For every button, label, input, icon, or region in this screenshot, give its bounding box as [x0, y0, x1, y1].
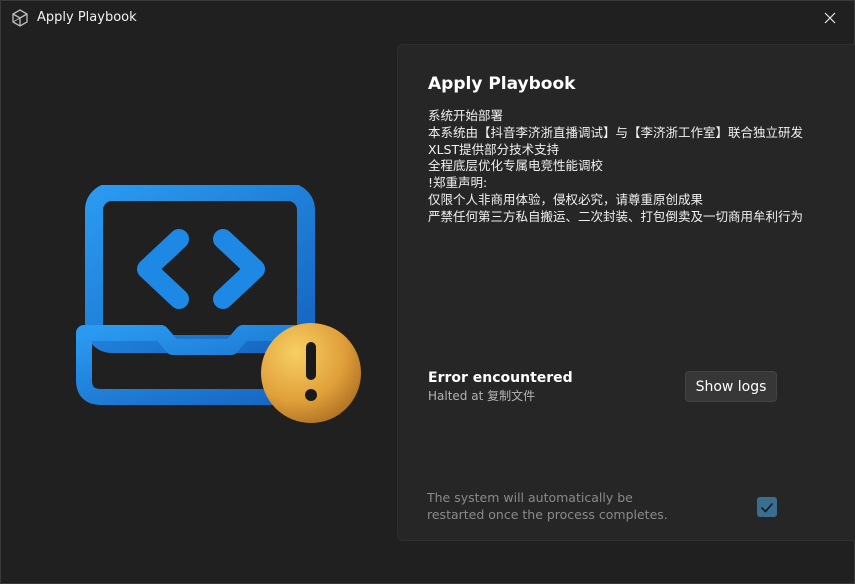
description-line: XLST提供部分技术支持 — [428, 141, 560, 157]
description-line: !郑重声明: — [428, 175, 488, 191]
window-title: Apply Playbook — [37, 10, 137, 25]
apply-playbook-window: Apply Playbook Apply Playbook 系统开始部署 本系统… — [0, 0, 855, 584]
description-line: 严禁任何第三方私自搬运、二次封装、打包倒卖及一切商用牟利行为 — [428, 208, 804, 224]
checkmark-icon — [761, 498, 773, 517]
restart-notice: The system will automatically be restart… — [427, 490, 668, 522]
laptop-code-warning-icon — [61, 183, 371, 465]
content-panel: Apply Playbook 系统开始部署 本系统由【抖音李济浙直播调试】与【李… — [397, 44, 855, 541]
description-line: 本系统由【抖音李济浙直播调试】与【李济浙工作室】联合独立研发 — [428, 124, 804, 140]
close-button[interactable] — [814, 4, 846, 32]
auto-restart-checkbox[interactable] — [757, 497, 777, 517]
error-status: Error encountered Halted at 复制文件 — [428, 369, 573, 404]
illustration-pane — [1, 35, 397, 583]
description-line: 系统开始部署 — [428, 108, 504, 123]
close-icon — [824, 9, 836, 28]
description-line: 仅限个人非商用体验，侵权必究，请尊重原创成果 — [428, 191, 704, 207]
page-title: Apply Playbook — [428, 74, 576, 94]
show-logs-button[interactable]: Show logs — [685, 371, 777, 402]
error-subtitle: Halted at 复制文件 — [428, 389, 536, 403]
description-text: 系统开始部署 本系统由【抖音李济浙直播调试】与【李济浙工作室】联合独立研发 XL… — [428, 108, 808, 226]
error-title: Error encountered — [428, 370, 573, 386]
description-line: 全程底层优化专属电竞性能调校 — [428, 158, 604, 174]
box-logo-icon — [11, 9, 29, 27]
title-bar[interactable]: Apply Playbook — [1, 1, 854, 35]
